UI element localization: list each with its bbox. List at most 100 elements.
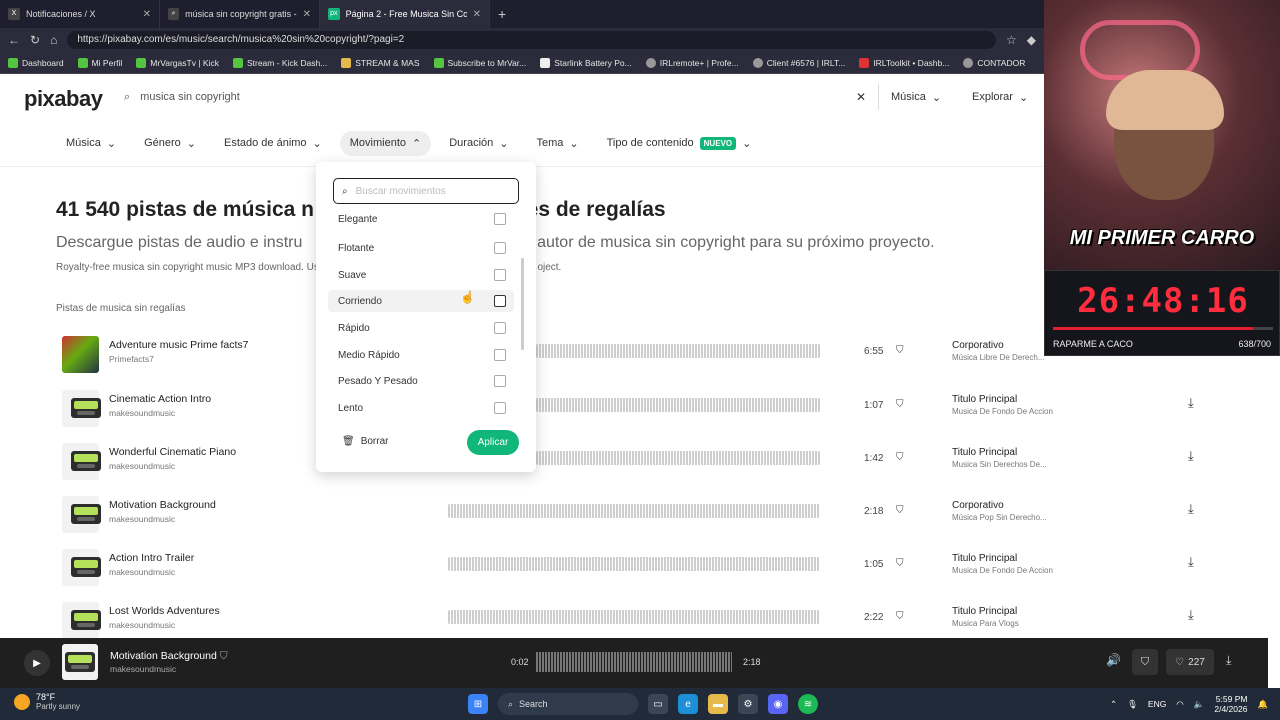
track-subcategory[interactable]: Musica Sin Derechos De... [952,460,1047,469]
track-title[interactable]: Cinematic Action Intro [109,393,211,405]
discord-icon[interactable]: ◉ [768,694,788,714]
tab-busqueda[interactable]: ⌕ música sin copyright gratis - Búsq ✕ [160,0,320,28]
track-thumbnail[interactable] [62,390,101,427]
bookmark-item[interactable]: Dashboard [8,57,64,68]
bookmark-item[interactable]: Stream - Kick Dash... [232,57,327,68]
option-corriendo[interactable]: Corriendo [328,290,514,312]
checkbox[interactable] [494,295,506,307]
back-icon[interactable]: ← [8,33,20,47]
track-thumbnail[interactable] [62,549,101,586]
track-thumbnail[interactable] [62,443,101,480]
download-icon[interactable]: ⤓ [1226,653,1231,668]
favorite-star-icon[interactable]: ☆ [1006,33,1017,47]
track-row[interactable]: Action Intro Trailer makesoundmusic 1:05… [56,549,1216,602]
player-track-title[interactable]: Motivation Background ⛉ [110,650,228,663]
search-input[interactable]: musica sin copyright [140,91,240,103]
reload-icon[interactable]: ↻ [30,33,40,47]
close-tab-icon[interactable]: ✕ [143,9,151,20]
bookmark-item[interactable]: Subscribe to MrVar... [433,57,526,68]
language-indicator[interactable]: ENG [1148,699,1166,709]
track-category[interactable]: Titulo Principal [952,606,1017,617]
option-pesado-y-pesado[interactable]: Pesado Y Pesado [328,370,514,392]
option-elegante[interactable]: Elegante [328,212,514,226]
track-row[interactable]: Adventure music Prime facts7 Primefacts7… [56,336,1216,389]
settings-gear-icon[interactable]: ⚙ [738,694,758,714]
track-subcategory[interactable]: Música Libre De Derech... [952,353,1044,362]
play-button[interactable]: ▶ [24,650,50,676]
checkbox[interactable] [494,349,506,361]
speaker-icon[interactable]: 🔈 [1194,699,1205,710]
file-explorer-icon[interactable]: ▬ [708,694,728,714]
search-bar[interactable]: ⌕ musica sin copyright ✕ [116,84,876,110]
windows-start-icon[interactable]: ⊞ [468,694,488,714]
bookmark-item[interactable]: IRLToolkit • Dashb... [859,57,949,68]
option-suave[interactable]: Suave [328,264,514,286]
new-tab-icon[interactable]: + [498,6,506,22]
track-title[interactable]: Adventure music Prime facts7 [109,339,248,351]
track-thumbnail[interactable] [62,336,99,373]
filter-estado-de-animo[interactable]: Estado de ánimo ⌄ [214,131,332,156]
explore-menu[interactable]: Explorar ⌄ [972,84,1028,110]
track-row[interactable]: Motivation Background makesoundmusic 2:1… [56,496,1216,549]
track-waveform[interactable] [448,610,820,624]
track-thumbnail[interactable] [62,602,101,638]
filter-tipo-de-contenido[interactable]: Tipo de contenido NUEVO ⌄ [597,131,762,156]
track-artist[interactable]: Primefacts7 [109,354,154,364]
player-track-artist[interactable]: makesoundmusic [110,664,176,674]
apply-button[interactable]: Aplicar [467,430,519,455]
track-waveform[interactable] [536,451,820,465]
close-tab-icon[interactable]: ✕ [303,9,311,20]
extensions-icon[interactable]: ◆ [1027,33,1036,47]
spotify-icon[interactable]: ≋ [798,694,818,714]
bookmark-button[interactable]: ⛉ [1132,649,1158,675]
bookmark-item[interactable]: Client #6576 | IRLT... [752,57,845,68]
task-view-icon[interactable]: ▭ [648,694,668,714]
microphone-icon[interactable]: 🎙 [1127,699,1138,710]
track-waveform[interactable] [448,557,820,571]
option-medio-rapido[interactable]: Medio Rápido [328,344,514,366]
download-icon[interactable]: ⤓ [1188,448,1194,464]
bookmark-item[interactable]: Starlink Battery Po... [540,57,632,68]
track-artist[interactable]: makesoundmusic [109,408,175,418]
edge-icon[interactable]: e [678,694,698,714]
track-title[interactable]: Action Intro Trailer [109,552,194,564]
tab-notificaciones[interactable]: X Notificaciones / X ✕ [0,0,160,28]
checkbox[interactable] [494,213,506,225]
download-icon[interactable]: ⤓ [1188,607,1194,623]
movement-search-input[interactable]: ⌕ Buscar movimientos [333,178,519,204]
taskbar-search[interactable]: ⌕ Search [498,693,638,715]
clear-search-icon[interactable]: ✕ [856,90,866,104]
checkbox[interactable] [494,242,506,254]
checkbox[interactable] [494,402,506,414]
track-subcategory[interactable]: Musica Para Vlogs [952,619,1019,628]
clear-button[interactable]: 🗑 Borrar [342,436,389,447]
track-category[interactable]: Titulo Principal [952,553,1017,564]
filter-genero[interactable]: Género ⌄ [134,131,206,156]
clock[interactable]: 5:59 PM 2/4/2026 [1214,694,1247,714]
filter-musica[interactable]: Música ⌄ [56,131,126,156]
home-icon[interactable]: ⌂ [50,33,57,47]
filter-tema[interactable]: Tema ⌄ [526,131,588,156]
option-flotante[interactable]: Flotante [328,237,514,259]
track-title[interactable]: Wonderful Cinematic Piano [109,446,236,458]
dropdown-scrollbar[interactable] [521,258,524,350]
track-category[interactable]: Corporativo [952,500,1004,511]
track-artist[interactable]: makesoundmusic [109,567,175,577]
track-subcategory[interactable]: Musica De Fondo De Accion [952,407,1053,416]
track-row[interactable]: Wonderful Cinematic Piano makesoundmusic… [56,443,1216,496]
tab-pixabay[interactable]: px Página 2 - Free Musica Sin Copyri ✕ [320,0,490,28]
checkbox[interactable] [494,375,506,387]
media-type-select[interactable]: Música ⌄ [878,84,948,110]
track-title[interactable]: Lost Worlds Adventures [109,605,220,617]
option-rapido[interactable]: Rápido [328,317,514,339]
notifications-bell-icon[interactable]: 🔔 [1257,699,1268,710]
track-row[interactable]: Lost Worlds Adventures makesoundmusic 2:… [56,602,1216,638]
bookmark-item[interactable]: CONTADOR [963,57,1025,68]
checkbox[interactable] [494,269,506,281]
download-icon[interactable]: ⤓ [1188,395,1194,411]
bookmark-item[interactable]: IRLremote+ | Profe... [645,57,739,68]
download-icon[interactable]: ⤓ [1188,501,1194,517]
track-waveform[interactable] [448,504,820,518]
track-artist[interactable]: makesoundmusic [109,514,175,524]
track-category[interactable]: Corporativo [952,340,1004,351]
